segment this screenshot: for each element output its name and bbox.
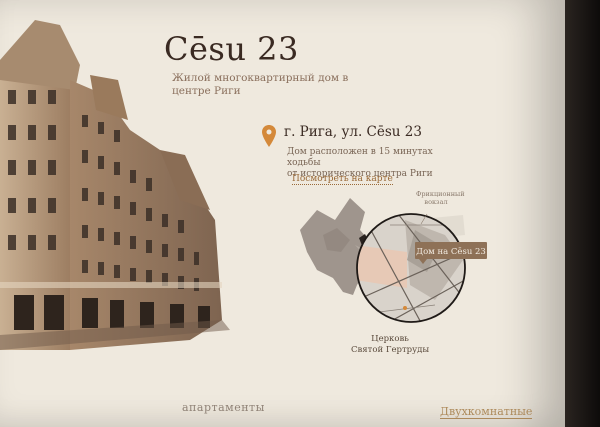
station-label: Фрикционный вокзал	[416, 190, 465, 206]
view-on-map-link[interactable]: Посмотреть на карте	[292, 174, 393, 185]
tab-apartments[interactable]: апартаменты	[182, 401, 265, 414]
page-title: Cēsu 23	[164, 30, 299, 68]
location-pin-icon	[262, 125, 276, 147]
church-label-line-2: Святой Гертруды	[351, 345, 430, 355]
subtitle-line-1: Жилой многоквартирный дом в	[172, 72, 349, 84]
church-label-line-1: Церковь	[371, 334, 409, 344]
monitor-bezel	[565, 0, 600, 427]
house-marker-label: Дом на Cēsu 23	[416, 247, 486, 257]
building-illustration	[0, 20, 230, 350]
description-line-1: Дом расположен в 15 минутах ходьбы	[287, 147, 433, 168]
page-subtitle: Жилой многоквартирный дом в центре Риги	[172, 72, 382, 98]
location-map[interactable]: Дом на Cēsu 23	[295, 190, 515, 340]
page: Cēsu 23 Жилой многоквартирный дом в цент…	[0, 0, 600, 427]
church-label: Церковь Святой Гертруды	[351, 334, 429, 356]
station-label-line-1: Фрикционный	[416, 190, 465, 198]
subtitle-line-2: центре Риги	[172, 85, 241, 97]
tab-two-room[interactable]: Двухкомнатные	[440, 405, 533, 419]
address: г. Рига, ул. Cēsu 23	[284, 124, 422, 140]
station-label-line-2: вокзал	[424, 198, 448, 206]
